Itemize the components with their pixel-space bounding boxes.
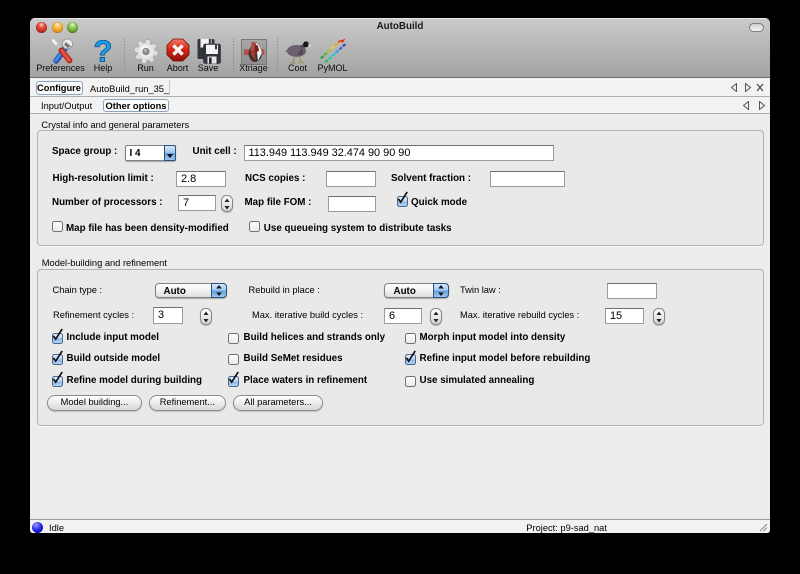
svg-text:?: ? bbox=[94, 37, 113, 64]
